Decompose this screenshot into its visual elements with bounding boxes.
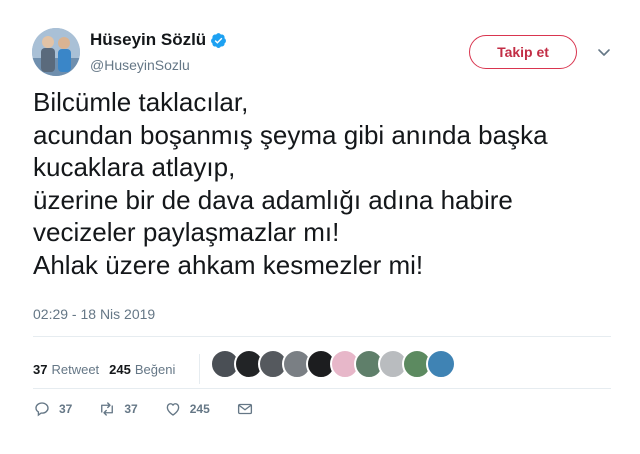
liker-avatars	[210, 349, 456, 379]
tweet-stats: 37 Retweet 245 Beğeni	[33, 354, 212, 384]
like-button[interactable]: 245	[164, 400, 210, 418]
tweet-line: acundan boşanmış şeyma gibi anında başka	[33, 119, 548, 150]
stats-separator	[199, 354, 201, 384]
display-name[interactable]: Hüseyin Sözlü	[90, 30, 206, 50]
reply-button[interactable]: 37	[33, 400, 72, 418]
like-stat-label: Beğeni	[134, 361, 176, 377]
retweet-button[interactable]: 37	[98, 400, 138, 418]
avatar[interactable]	[32, 28, 80, 76]
retweet-stat-label: Retweet	[51, 361, 100, 377]
tweet-text: Bilcümle taklacılar, acundan boşanmış şe…	[33, 86, 623, 281]
like-count: 245	[189, 402, 210, 416]
retweet-stat[interactable]: 37 Retweet	[33, 362, 99, 377]
tweet-timestamp[interactable]: 02:29 - 18 Nis 2019	[33, 306, 155, 322]
tweet-line: Ahlak üzere ahkam kesmezler mi!	[33, 249, 424, 280]
divider	[33, 336, 611, 337]
heart-icon	[166, 403, 180, 416]
like-stat-count: 245	[109, 361, 131, 377]
user-handle[interactable]: @HuseyinSozlu	[90, 57, 190, 73]
liker-avatar[interactable]	[426, 349, 456, 379]
divider	[33, 388, 611, 389]
retweet-count: 37	[124, 402, 138, 416]
retweet-stat-count: 37	[33, 361, 48, 377]
tweet-line: üzerine bir de dava adamlığı adına habir…	[33, 184, 513, 215]
follow-button[interactable]: Takip et	[469, 35, 577, 69]
tweet-line: Bilcümle taklacılar,	[33, 87, 249, 117]
tweet-actions: 37 37 245	[33, 400, 288, 418]
reply-count: 37	[59, 402, 73, 416]
reply-icon	[35, 402, 49, 417]
verified-badge-icon	[211, 32, 227, 48]
direct-message-button[interactable]	[236, 400, 262, 418]
chevron-down-icon[interactable]	[596, 46, 612, 60]
tweet-line: vecizeler paylaşmazlar mı!	[33, 217, 340, 247]
envelope-icon	[237, 403, 252, 415]
tweet-line: kucaklara atlayıp,	[33, 152, 236, 182]
like-stat[interactable]: 245 Beğeni	[109, 362, 175, 377]
retweet-icon	[101, 402, 114, 416]
